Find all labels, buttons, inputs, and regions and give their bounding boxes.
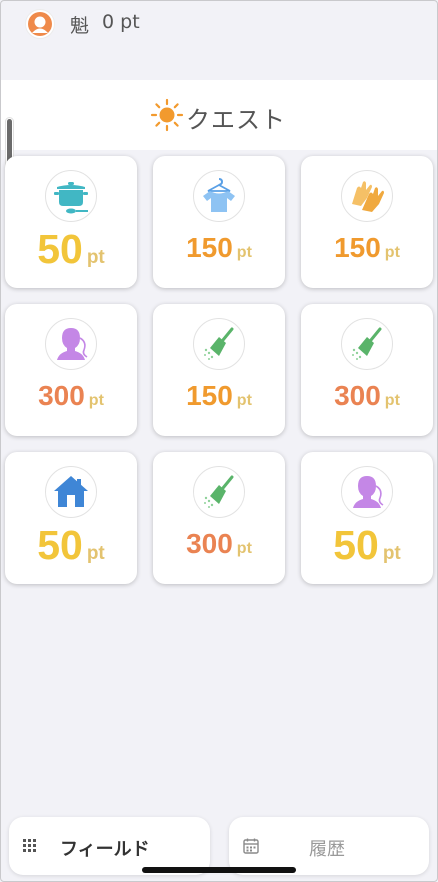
broom-icon: [352, 327, 382, 360]
user-points: 0 pt: [102, 11, 140, 33]
grid-icon: [23, 839, 36, 852]
user-name: 魁: [70, 15, 90, 37]
quest-card[interactable]: 150 pt: [301, 156, 433, 288]
quest-points: 50 pt: [37, 522, 105, 568]
quest-icon-circle: [341, 170, 393, 222]
quest-icon-circle: [341, 318, 393, 370]
house-icon: [54, 476, 88, 507]
quest-icon-circle: [45, 318, 97, 370]
quest-card[interactable]: 150 pt: [153, 304, 285, 436]
home-indicator[interactable]: [142, 867, 296, 873]
quest-card[interactable]: 50 pt: [5, 452, 137, 584]
quest-card[interactable]: 50 pt: [301, 452, 433, 584]
person-face-icon: [57, 328, 88, 360]
quest-card[interactable]: 300 pt: [5, 304, 137, 436]
quest-icon-circle: [193, 318, 245, 370]
calendar-icon: [243, 838, 259, 854]
quest-card[interactable]: 300 pt: [153, 452, 285, 584]
quest-card[interactable]: 50 pt: [5, 156, 137, 288]
quest-points: 50 pt: [37, 226, 105, 272]
quest-points: 150 pt: [186, 232, 252, 263]
quest-points: 300 pt: [38, 380, 104, 411]
quest-points: 300 pt: [334, 380, 400, 411]
top-bar: [0, 0, 438, 78]
quest-points: 150 pt: [186, 380, 252, 411]
quest-card[interactable]: 300 pt: [301, 304, 433, 436]
broom-icon: [204, 327, 234, 360]
quest-header: クエスト: [0, 80, 438, 150]
user-avatar-icon: [28, 12, 52, 36]
quest-points: 50 pt: [333, 522, 401, 568]
history-button-label: 履歴: [309, 839, 345, 860]
quest-icon-circle: [193, 466, 245, 518]
broom-icon: [204, 475, 234, 508]
avatar[interactable]: [25, 9, 55, 39]
quest-icon-circle: [45, 466, 97, 518]
quest-points: 150 pt: [334, 232, 400, 263]
gloves-icon: [352, 181, 384, 212]
quest-icon-circle: [193, 170, 245, 222]
sun-icon: [150, 98, 184, 132]
cooking-pot-icon: [54, 182, 88, 214]
quest-points: 300 pt: [186, 528, 252, 559]
quest-card[interactable]: 150 pt: [153, 156, 285, 288]
field-button-label: フィールド: [60, 839, 150, 860]
person-face-icon: [353, 476, 384, 508]
page-title: クエスト: [186, 106, 286, 134]
quest-icon-circle: [341, 466, 393, 518]
quest-icon-circle: [45, 170, 97, 222]
shirt-hanger-icon: [203, 178, 235, 212]
